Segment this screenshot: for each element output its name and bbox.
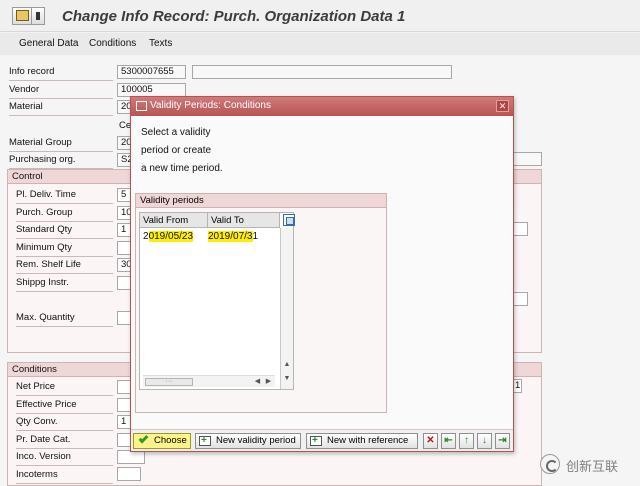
purchasing-org-description-field[interactable]	[512, 152, 542, 166]
incoterms-field[interactable]	[117, 467, 141, 481]
new-validity-period-label: New validity period	[216, 435, 296, 446]
table-settings-icon[interactable]	[283, 214, 295, 226]
dialog-message-line-3: a new time period.	[141, 163, 223, 174]
valid-from-cell[interactable]: 2019/05/23	[141, 231, 208, 244]
validity-periods-dialog: Validity Periods: Conditions ✕ Select a …	[130, 96, 514, 452]
net-price-label: Net Price	[16, 381, 56, 392]
first-page-icon[interactable]: ⇤	[441, 433, 456, 449]
material-group-label: Material Group	[9, 137, 72, 148]
valid-from-highlighted: 019/05/23	[148, 231, 194, 242]
valid-to-rest: 1	[252, 231, 259, 242]
dialog-footer: Choose New validity period New with refe…	[131, 429, 513, 451]
horizontal-scrollbar[interactable]: ··· ◀ ▶	[143, 375, 275, 387]
qty-conv-field[interactable]: 1	[117, 415, 131, 429]
validity-periods-title: Validity periods	[136, 194, 386, 208]
info-record-description-field[interactable]	[192, 65, 452, 79]
last-page-icon[interactable]: ⇥	[495, 433, 510, 449]
standard-qty-label: Standard Qty	[16, 224, 72, 235]
valid-to-highlighted: 2019/07/3	[208, 231, 253, 242]
watermark-text: 创新互联	[566, 459, 619, 474]
standard-qty-unit-field[interactable]	[512, 222, 528, 236]
effective-price-label: Effective Price	[16, 399, 77, 410]
pr-date-cat-label: Pr. Date Cat.	[16, 434, 71, 445]
scroll-right-icon[interactable]: ▶	[264, 377, 273, 387]
watermark-logo: 创新互联	[538, 452, 638, 476]
dialog-window-icon	[136, 101, 147, 111]
scroll-down-icon[interactable]: ▼	[282, 374, 292, 384]
dialog-title-bar[interactable]: Validity Periods: Conditions ✕	[131, 97, 513, 116]
qty-conv-label: Qty Conv.	[16, 416, 58, 427]
choose-button[interactable]: Choose	[133, 433, 191, 449]
choose-button-label: Choose	[154, 435, 187, 446]
menu-icon[interactable]	[12, 7, 32, 25]
material-label: Material	[9, 101, 43, 112]
info-record-field[interactable]: 5300007655	[117, 65, 186, 79]
net-price-field[interactable]	[117, 380, 131, 394]
window-title: Change Info Record: Purch. Organization …	[62, 8, 406, 25]
inco-version-field[interactable]	[117, 450, 145, 464]
column-header-valid-from[interactable]: Valid From	[140, 213, 208, 228]
pr-date-cat-field[interactable]	[117, 433, 131, 447]
new-validity-period-button[interactable]: New validity period	[195, 433, 301, 449]
info-record-label: Info record	[9, 66, 55, 77]
validity-periods-group: Validity periods Valid From Valid To 201…	[135, 193, 387, 413]
scroll-left-icon[interactable]: ◀	[253, 377, 262, 387]
dialog-message-line-2: period or create	[141, 145, 212, 156]
conditions-button[interactable]: Conditions	[89, 38, 136, 49]
logo-icon	[540, 454, 560, 474]
validity-periods-table: Valid From Valid To 2019/05/23 2019/07/3…	[139, 212, 295, 390]
texts-button[interactable]: Texts	[149, 38, 172, 49]
checkmark-icon	[138, 433, 149, 444]
close-icon[interactable]: ✕	[496, 100, 509, 112]
max-quantity-field[interactable]	[117, 311, 131, 325]
dropdown-arrow-icon[interactable]	[31, 7, 45, 25]
inco-version-label: Inco. Version	[16, 451, 71, 462]
dialog-message-line-1: Select a validity	[141, 127, 211, 138]
valid-from-prefix: 2	[143, 231, 149, 242]
valid-to-cell[interactable]: 2019/07/31	[206, 231, 278, 244]
application-toolbar: General Data Conditions Texts	[0, 33, 640, 55]
title-bar: Change Info Record: Purch. Organization …	[0, 0, 640, 32]
pl-deliv-time-label: Pl. Deliv. Time	[16, 189, 77, 200]
vertical-scrollbar[interactable]: ▲ ▼	[280, 228, 293, 389]
vendor-field[interactable]: 100005	[117, 83, 186, 97]
vendor-label: Vendor	[9, 84, 40, 95]
next-page-icon[interactable]: ↓	[477, 433, 492, 449]
previous-page-icon[interactable]: ↑	[459, 433, 474, 449]
purch-group-label: Purch. Group	[16, 207, 73, 218]
effective-price-field[interactable]	[117, 398, 131, 412]
scroll-up-icon[interactable]: ▲	[282, 360, 292, 370]
rem-shelf-life-label: Rem. Shelf Life	[16, 259, 81, 270]
copy-new-icon	[310, 434, 322, 448]
purchasing-org-label: Purchasing org.	[9, 154, 76, 165]
new-document-icon	[199, 434, 211, 448]
new-with-reference-button[interactable]: New with reference	[306, 433, 418, 449]
max-quantity-label: Max. Quantity	[16, 312, 75, 323]
general-data-button[interactable]: General Data	[19, 38, 78, 49]
minimum-qty-label: Minimum Qty	[16, 242, 72, 253]
shippg-instr-label: Shippg Instr.	[16, 277, 69, 288]
scroll-thumb[interactable]: ···	[145, 378, 193, 386]
column-header-valid-to[interactable]: Valid To	[208, 213, 280, 228]
cancel-icon[interactable]: ✕	[423, 433, 438, 449]
shippg-instr-field[interactable]	[117, 276, 131, 290]
dialog-title: Validity Periods: Conditions	[150, 100, 271, 111]
control-right-field[interactable]	[512, 292, 528, 306]
incoterms-label: Incoterms	[16, 469, 58, 480]
new-with-reference-label: New with reference	[327, 435, 409, 446]
